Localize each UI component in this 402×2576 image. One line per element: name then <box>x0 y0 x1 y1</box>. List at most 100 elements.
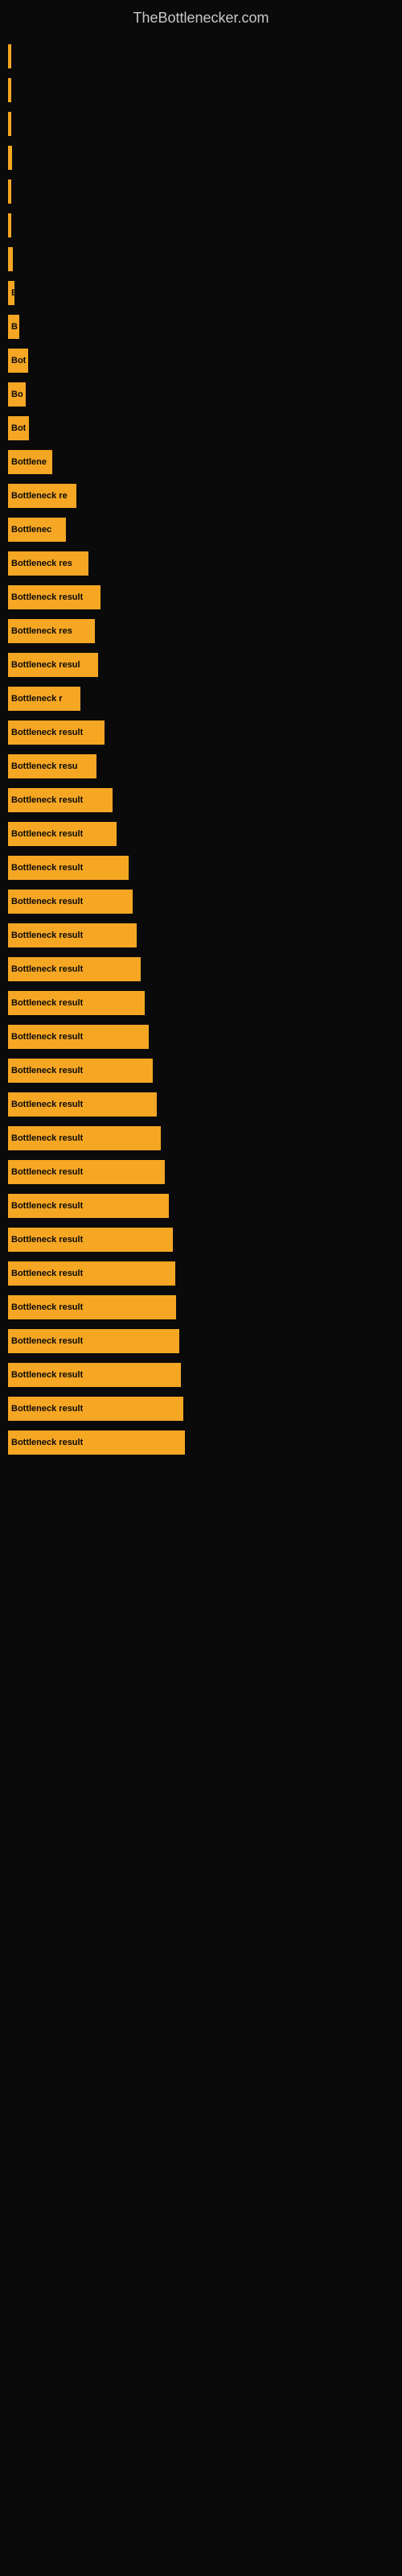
bar-item: Bottleneck r <box>8 687 80 711</box>
bar-item: Bottleneck result <box>8 1397 183 1421</box>
bar-row: Bottleneck result <box>8 819 394 849</box>
bar-label: Bottleneck resul <box>11 660 80 670</box>
bar-label: Bottlene <box>11 457 47 467</box>
bar-label: Bot <box>11 356 26 365</box>
bar-item: Bottleneck result <box>8 1228 173 1252</box>
bar-label: Bot <box>11 423 26 433</box>
bar-label: Bottleneck result <box>11 728 83 737</box>
bar-row: Bottleneck result <box>8 1157 394 1187</box>
bar-item: Bottleneck result <box>8 957 141 981</box>
bar-row: Bottleneck result <box>8 1360 394 1390</box>
bar-item: Bottleneck result <box>8 923 137 947</box>
bar-row <box>8 142 394 173</box>
bar-label: Bottleneck result <box>11 1100 83 1109</box>
bar-row: Bottleneck res <box>8 548 394 579</box>
bar-item: Bottleneck result <box>8 1363 181 1387</box>
bar-label: Bottleneck res <box>11 626 72 636</box>
bar-label: Bottleneck result <box>11 1235 83 1245</box>
bars-container: E B Bot Bo Bot Bottlene Bottleneck re Bottlenec… <box>0 33 402 1461</box>
bar-row: Bottleneck re <box>8 481 394 511</box>
bar-item: Bottleneck res <box>8 619 95 643</box>
bar-item: Bot <box>8 349 28 373</box>
bar-item: Bottleneck result <box>8 991 145 1015</box>
bar-item <box>8 247 13 271</box>
bar-label: E <box>11 288 14 298</box>
bar-label: Bottleneck result <box>11 1032 83 1042</box>
bar-row: Bottleneck result <box>8 852 394 883</box>
bar-row: Bottleneck result <box>8 1326 394 1356</box>
bar-label: Bottleneck re <box>11 491 68 501</box>
bar-row: Bottlenec <box>8 514 394 545</box>
bar-label: B <box>11 322 18 332</box>
bar-item: Bottleneck result <box>8 1194 169 1218</box>
bar-item <box>8 146 12 170</box>
bar-row: Bottleneck result <box>8 1055 394 1086</box>
bar-label: Bottleneck r <box>11 694 63 704</box>
bar-label: Bottleneck result <box>11 1201 83 1211</box>
bar-row: E <box>8 278 394 308</box>
bar-label: Bottleneck result <box>11 1302 83 1312</box>
bar-item: Bottleneck result <box>8 1160 165 1184</box>
bar-label: Bottleneck result <box>11 1066 83 1075</box>
bar-item <box>8 213 11 237</box>
site-title: TheBottlenecker.com <box>0 0 402 33</box>
bar-label: Bottleneck result <box>11 1133 83 1143</box>
bar-row <box>8 109 394 139</box>
bar-label: Bottleneck result <box>11 829 83 839</box>
bar-item: Bottleneck result <box>8 822 117 846</box>
bar-row: Bottleneck resul <box>8 650 394 680</box>
bar-row: Bot <box>8 413 394 444</box>
bar-row: Bottleneck result <box>8 1191 394 1221</box>
bar-item: Bottlenec <box>8 518 66 542</box>
bar-row <box>8 176 394 207</box>
bar-label: Bottleneck result <box>11 998 83 1008</box>
bar-label: Bottleneck res <box>11 559 72 568</box>
bar-label: Bottleneck result <box>11 795 83 805</box>
bar-item: Bottleneck re <box>8 484 76 508</box>
bar-item: Bottleneck result <box>8 1261 175 1286</box>
bar-item: Bottleneck result <box>8 1092 157 1117</box>
bar-item <box>8 180 11 204</box>
bar-row: Bottleneck result <box>8 785 394 815</box>
bar-row: Bottleneck result <box>8 988 394 1018</box>
bar-label: Bottleneck result <box>11 1438 83 1447</box>
bar-row <box>8 210 394 241</box>
bar-label: Bottleneck result <box>11 1370 83 1380</box>
bar-row: Bottleneck result <box>8 1393 394 1424</box>
bar-row: Bottleneck result <box>8 886 394 917</box>
bar-item: Bottleneck result <box>8 1295 176 1319</box>
bar-item: Bottleneck resu <box>8 754 96 778</box>
bar-item: E <box>8 281 14 305</box>
bar-row: Bottleneck r <box>8 683 394 714</box>
bar-item <box>8 112 11 136</box>
bar-item: Bottleneck result <box>8 585 100 609</box>
bar-row: Bottleneck result <box>8 1224 394 1255</box>
bar-item: Bottleneck result <box>8 1126 161 1150</box>
bar-label: Bottleneck result <box>11 1269 83 1278</box>
bar-label: Bottleneck resu <box>11 762 78 771</box>
bar-label: Bo <box>11 390 23 399</box>
bar-label: Bottleneck result <box>11 592 83 602</box>
bar-row: Bottleneck result <box>8 582 394 613</box>
bar-item: Bottleneck result <box>8 1329 179 1353</box>
bar-row: Bot <box>8 345 394 376</box>
bar-label: Bottleneck result <box>11 1404 83 1414</box>
bar-row <box>8 244 394 275</box>
bar-row <box>8 75 394 105</box>
bar-item: Bottleneck result <box>8 890 133 914</box>
bar-label: Bottleneck result <box>11 931 83 940</box>
bar-item: B <box>8 315 19 339</box>
bar-row: Bottleneck result <box>8 954 394 985</box>
bar-item: Bottlene <box>8 450 52 474</box>
page-container: TheBottlenecker.com E B Bot Bo Bot Bottlene Bo… <box>0 0 402 1461</box>
bar-item <box>8 44 11 68</box>
bar-row: Bo <box>8 379 394 410</box>
bar-item: Bo <box>8 382 26 407</box>
bar-row: Bottleneck result <box>8 1427 394 1458</box>
bar-label: Bottleneck result <box>11 863 83 873</box>
bar-item: Bottleneck result <box>8 856 129 880</box>
bar-row: Bottleneck result <box>8 920 394 951</box>
bar-row: Bottleneck result <box>8 717 394 748</box>
bar-item: Bottleneck result <box>8 1430 185 1455</box>
bar-row: Bottlene <box>8 447 394 477</box>
